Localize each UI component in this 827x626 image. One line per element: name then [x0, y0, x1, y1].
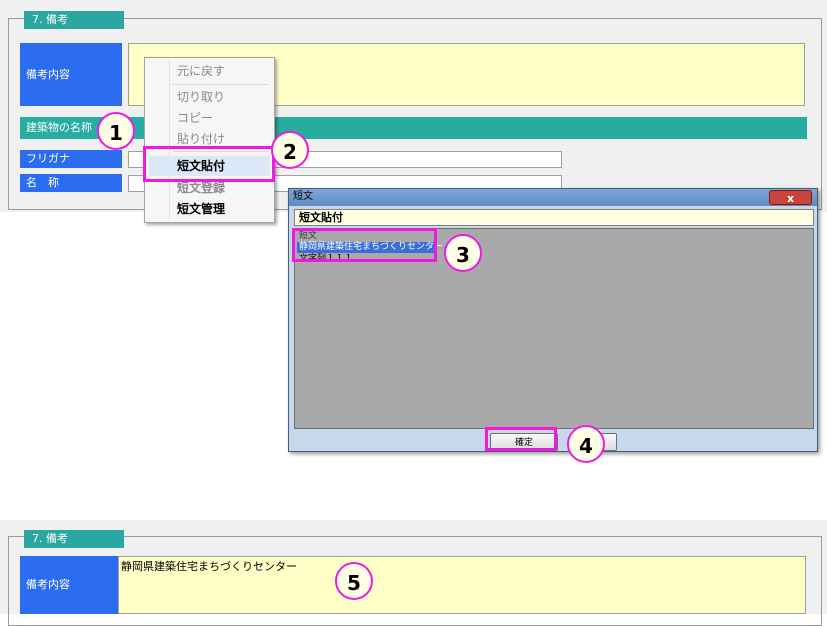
remarks-label-bottom: 備考内容 [20, 556, 122, 614]
marker-2: 2 [271, 131, 309, 169]
building-name-header: 建築物の名称 [20, 117, 807, 139]
marker-5: 5 [335, 562, 373, 600]
section-title-tab: 7. 備考 [24, 11, 124, 29]
highlight-box-list-item [292, 228, 437, 262]
context-menu: 元に戻す 切り取り コピー 貼り付け 短文貼付 短文登録 短文管理 [144, 57, 275, 223]
remarks-label-text: 備考内容 [26, 68, 70, 81]
furigana-label-text: フリガナ [26, 152, 70, 165]
name-label-text: 名 称 [26, 176, 59, 189]
remarks-label-bottom-text: 備考内容 [26, 578, 70, 591]
remarks-textarea-bottom[interactable]: 静岡県建築住宅まちづくりセンター [118, 556, 806, 614]
name-label: 名 称 [20, 174, 122, 192]
close-icon[interactable]: x [769, 190, 812, 205]
menu-item-manage-phrases[interactable]: 短文管理 [149, 199, 270, 219]
dialog-header: 短文貼付 [294, 209, 814, 226]
marker-1: 1 [97, 112, 135, 150]
highlight-box-menu [143, 146, 275, 182]
building-name-label: 建築物の名称 [26, 121, 92, 134]
highlight-box-confirm [485, 427, 557, 451]
section-title-tab-bottom: 7. 備考 [24, 530, 124, 548]
remarks-label: 備考内容 [20, 43, 122, 106]
dialog-title-bar: 短文 [289, 189, 817, 206]
marker-4: 4 [567, 425, 605, 463]
furigana-label: フリガナ [20, 150, 122, 168]
menu-item-undo[interactable]: 元に戻す [149, 61, 270, 81]
remarks-value: 静岡県建築住宅まちづくりセンター [121, 560, 297, 573]
marker-3: 3 [444, 234, 482, 272]
menu-item-copy[interactable]: コピー [149, 108, 270, 128]
menu-separator [173, 84, 268, 85]
dialog-title: 短文 [293, 191, 313, 202]
menu-item-cut[interactable]: 切り取り [149, 87, 270, 107]
